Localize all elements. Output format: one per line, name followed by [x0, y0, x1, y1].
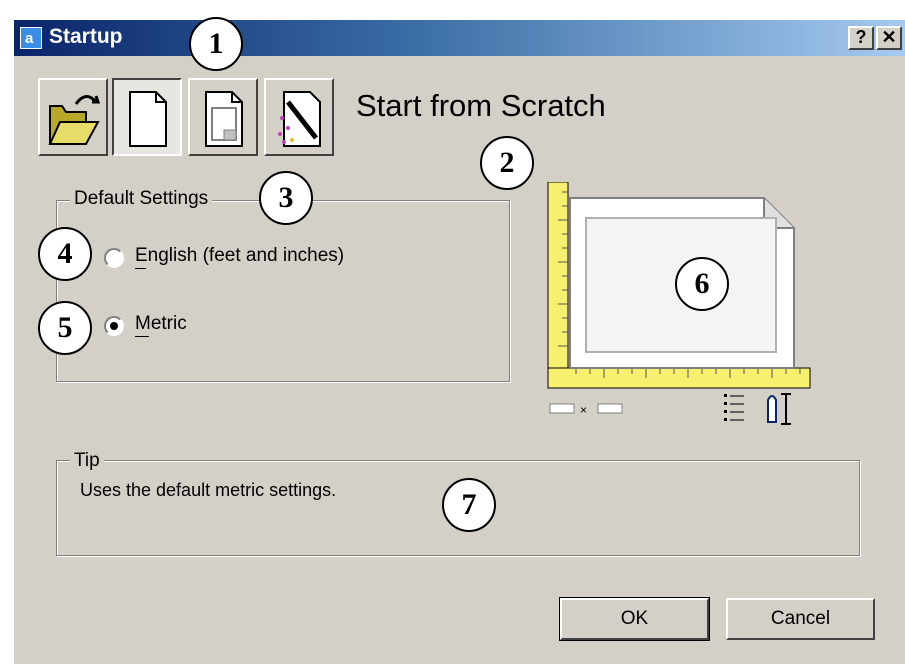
- ok-button[interactable]: OK: [559, 597, 710, 641]
- open-folder-icon: [48, 95, 100, 145]
- wizard-icon: [278, 91, 321, 147]
- close-button[interactable]: ✕: [876, 26, 902, 50]
- template-page-icon: [205, 91, 243, 147]
- drawing-preview-illustration: ×: [547, 182, 811, 425]
- english-radio[interactable]: [104, 248, 124, 268]
- window-title: Startup: [49, 25, 123, 48]
- page-heading: Start from Scratch: [356, 88, 606, 123]
- callout-1: 1: [189, 17, 243, 71]
- callout-5: 5: [38, 301, 92, 355]
- tip-legend: Tip: [70, 450, 104, 472]
- default-settings-group: [56, 200, 510, 382]
- use-template-button[interactable]: [188, 78, 258, 156]
- tip-text: Uses the default metric settings.: [80, 480, 337, 500]
- autocad-app-icon: a: [20, 27, 42, 49]
- callout-2: 2: [480, 136, 534, 190]
- start-from-scratch-button[interactable]: [112, 78, 182, 156]
- callout-4: 4: [38, 227, 92, 281]
- metric-accelerator-underline: [135, 336, 149, 337]
- metric-radio[interactable]: [104, 316, 124, 336]
- blank-page-icon: [129, 91, 167, 147]
- callout-3: 3: [259, 171, 313, 225]
- svg-text:×: ×: [580, 403, 587, 417]
- open-drawing-button[interactable]: [38, 78, 108, 156]
- cancel-button[interactable]: Cancel: [726, 598, 875, 640]
- title-bar[interactable]: [14, 20, 905, 56]
- english-radio-label[interactable]: English (feet and inches): [135, 245, 344, 267]
- callout-7: 7: [442, 478, 496, 532]
- english-accelerator-underline: [135, 268, 146, 269]
- callout-6: 6: [675, 257, 729, 311]
- default-settings-legend: Default Settings: [70, 188, 213, 210]
- metric-radio-label[interactable]: Metric: [135, 313, 187, 335]
- help-button[interactable]: ?: [848, 26, 874, 50]
- use-wizard-button[interactable]: [264, 78, 334, 156]
- radio-selected-dot: [110, 322, 118, 330]
